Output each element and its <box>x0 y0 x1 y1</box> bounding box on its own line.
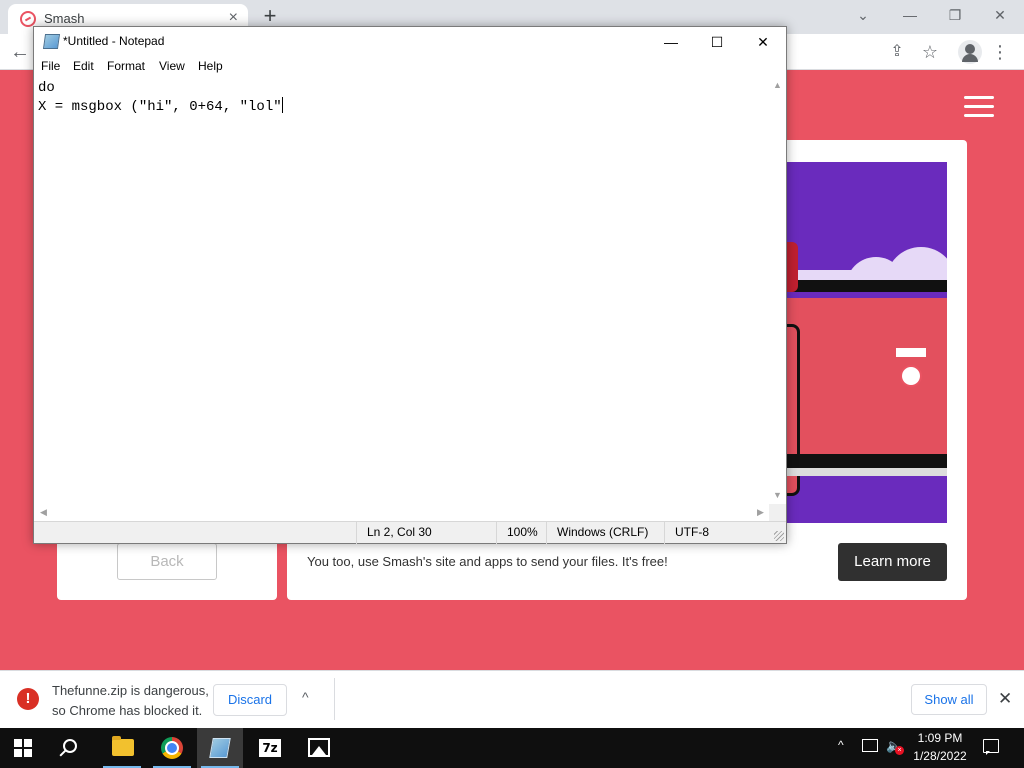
bookmark-star-icon[interactable]: ☆ <box>920 42 940 62</box>
text-caret <box>281 97 283 113</box>
status-encoding: UTF-8 <box>664 522 786 544</box>
photos-icon <box>308 738 330 757</box>
tab-close-icon[interactable]: × <box>229 9 238 27</box>
network-icon[interactable] <box>862 739 878 752</box>
scrollbar-corner <box>769 504 786 521</box>
discard-button[interactable]: Discard <box>213 684 287 716</box>
vertical-scrollbar[interactable]: ▲ ▼ <box>769 77 786 504</box>
tab-title: Smash <box>44 11 85 26</box>
chrome-icon <box>161 737 183 759</box>
download-bar <box>0 670 1024 728</box>
notepad-minimize-button[interactable]: — <box>648 27 694 57</box>
menu-format[interactable]: Format <box>107 59 145 73</box>
browser-minimize-button[interactable]: — <box>895 4 925 26</box>
menu-file[interactable]: File <box>41 59 60 73</box>
menu-edit[interactable]: Edit <box>73 59 94 73</box>
notepad-title: *Untitled - Notepad <box>63 34 165 48</box>
resize-grip-icon[interactable] <box>774 531 784 541</box>
tray-overflow-chevron-icon[interactable]: ^ <box>838 738 844 752</box>
clock-date[interactable]: 1/28/2022 <box>912 749 968 763</box>
notepad-icon <box>209 738 231 758</box>
profile-avatar-icon[interactable] <box>958 40 982 64</box>
hamburger-menu-icon[interactable] <box>964 96 994 118</box>
text-line: X = msgbox ("hi", 0+64, "lol" <box>38 99 282 115</box>
promo-text: You too, use Smash's site and apps to se… <box>307 554 668 569</box>
download-message: Thefunne.zip is dangerous, <box>52 683 209 698</box>
share-icon[interactable]: ⇪ <box>887 42 907 62</box>
status-line-endings: Windows (CRLF) <box>546 522 664 544</box>
status-cursor-position: Ln 2, Col 30 <box>356 522 496 544</box>
learn-more-button[interactable]: Learn more <box>838 543 947 581</box>
notepad-close-button[interactable]: ✕ <box>740 27 786 57</box>
tab-search-chevron-icon[interactable]: ⌄ <box>848 4 878 26</box>
notepad-app-icon <box>42 34 61 49</box>
clock-time[interactable]: 1:09 PM <box>912 731 968 745</box>
scroll-down-arrow-icon[interactable]: ▼ <box>769 487 786 504</box>
back-button[interactable]: Back <box>117 543 217 580</box>
browser-close-button[interactable]: ✕ <box>985 4 1015 26</box>
danger-warning-icon: ! <box>17 688 39 710</box>
scroll-right-arrow-icon[interactable]: ▶ <box>752 504 769 521</box>
windows-start-icon[interactable] <box>14 739 32 757</box>
notification-center-icon[interactable] <box>983 739 999 755</box>
text-line: do <box>38 80 55 96</box>
folder-icon <box>112 736 134 756</box>
download-divider <box>334 678 335 720</box>
download-message-detail: so Chrome has blocked it. <box>52 703 203 718</box>
smash-logo-icon <box>900 365 922 387</box>
muted-badge-icon: × <box>895 746 904 755</box>
promo-illustration <box>786 162 947 523</box>
browser-menu-icon[interactable]: ⋮ <box>990 42 1010 62</box>
notepad-text-area[interactable]: do X = msgbox ("hi", 0+64, "lol" <box>35 77 769 504</box>
download-bar-close-icon[interactable]: ✕ <box>998 689 1012 709</box>
search-icon[interactable] <box>63 739 77 753</box>
status-zoom: 100% <box>496 522 546 544</box>
rocket-icon <box>786 242 798 292</box>
show-all-button[interactable]: Show all <box>911 684 987 715</box>
7zip-icon: 7z <box>259 739 281 757</box>
browser-restore-button[interactable]: ❐ <box>940 4 970 26</box>
notepad-titlebar[interactable]: *Untitled - Notepad — ☐ ✕ <box>34 27 786 57</box>
notepad-maximize-button[interactable]: ☐ <box>694 27 740 57</box>
scroll-left-arrow-icon[interactable]: ◀ <box>35 504 52 521</box>
menu-help[interactable]: Help <box>198 59 223 73</box>
notepad-statusbar: Ln 2, Col 30 100% Windows (CRLF) UTF-8 <box>34 521 786 544</box>
download-options-chevron-icon[interactable]: ^ <box>302 689 309 705</box>
menu-view[interactable]: View <box>159 59 185 73</box>
scroll-up-arrow-icon[interactable]: ▲ <box>769 77 786 94</box>
notepad-menubar: File Edit Format View Help <box>34 57 786 77</box>
horizontal-scrollbar[interactable]: ◀ ▶ <box>35 504 769 521</box>
smash-favicon-icon <box>20 11 36 27</box>
new-tab-button[interactable]: + <box>258 4 282 28</box>
notepad-window: *Untitled - Notepad — ☐ ✕ File Edit Form… <box>33 26 787 544</box>
back-arrow-icon[interactable]: ← <box>10 42 30 62</box>
